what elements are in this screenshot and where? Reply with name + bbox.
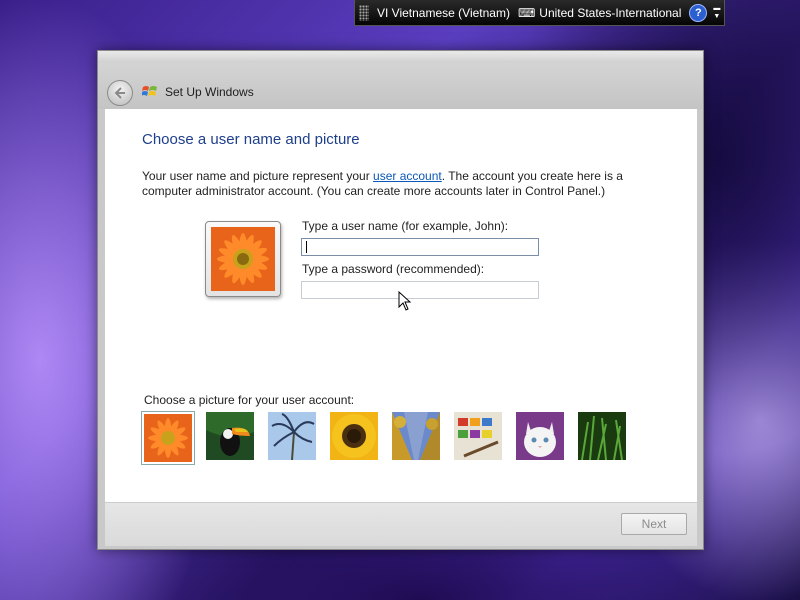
description-text: Your user name and picture represent you… xyxy=(142,169,623,198)
footer-bar: Next xyxy=(105,502,697,546)
text-caret xyxy=(306,241,307,253)
picture-palm-tree[interactable] xyxy=(268,412,316,460)
content-area: Choose a user name and picture Your user… xyxy=(105,109,697,502)
picture-toucan[interactable] xyxy=(206,412,254,460)
language-indicator[interactable]: VI Vietnamese (Vietnam) xyxy=(377,6,510,20)
picture-green-grass[interactable] xyxy=(578,412,626,460)
username-label: Type a user name (for example, John): xyxy=(302,219,509,233)
setup-window: Set Up Windows Choose a user name and pi… xyxy=(97,50,704,550)
title-bar: Set Up Windows xyxy=(98,51,703,109)
next-button[interactable]: Next xyxy=(621,513,687,535)
pictures-label: Choose a picture for your user account: xyxy=(144,393,355,407)
password-input[interactable] xyxy=(301,281,539,299)
options-arrows-icon[interactable]: ▬ ▼ xyxy=(713,5,720,21)
keyboard-layout[interactable]: United States-International xyxy=(539,6,681,20)
picture-autumn-trees[interactable] xyxy=(392,412,440,460)
username-input[interactable] xyxy=(301,238,539,256)
back-button[interactable] xyxy=(107,80,133,106)
picture-white-cat[interactable] xyxy=(516,412,564,460)
user-account-link[interactable]: user account xyxy=(373,169,442,183)
keyboard-icon: ⌨ xyxy=(517,5,536,20)
picture-orange-flower[interactable] xyxy=(141,411,195,465)
back-arrow-icon xyxy=(114,87,125,99)
orange-flower-image xyxy=(211,227,275,291)
language-bar: VI Vietnamese (Vietnam) ⌨ United States-… xyxy=(354,0,725,26)
password-label: Type a password (recommended): xyxy=(302,262,485,276)
mouse-pointer-icon xyxy=(398,291,412,311)
help-icon[interactable]: ? xyxy=(689,3,708,22)
page-heading: Choose a user name and picture xyxy=(142,131,360,148)
selected-avatar-preview xyxy=(205,221,281,297)
picture-watercolors[interactable] xyxy=(454,412,502,460)
picture-sunflower[interactable] xyxy=(330,412,378,460)
grip-handle[interactable] xyxy=(359,4,369,21)
windows-logo-icon xyxy=(142,86,157,96)
window-title: Set Up Windows xyxy=(165,85,254,99)
